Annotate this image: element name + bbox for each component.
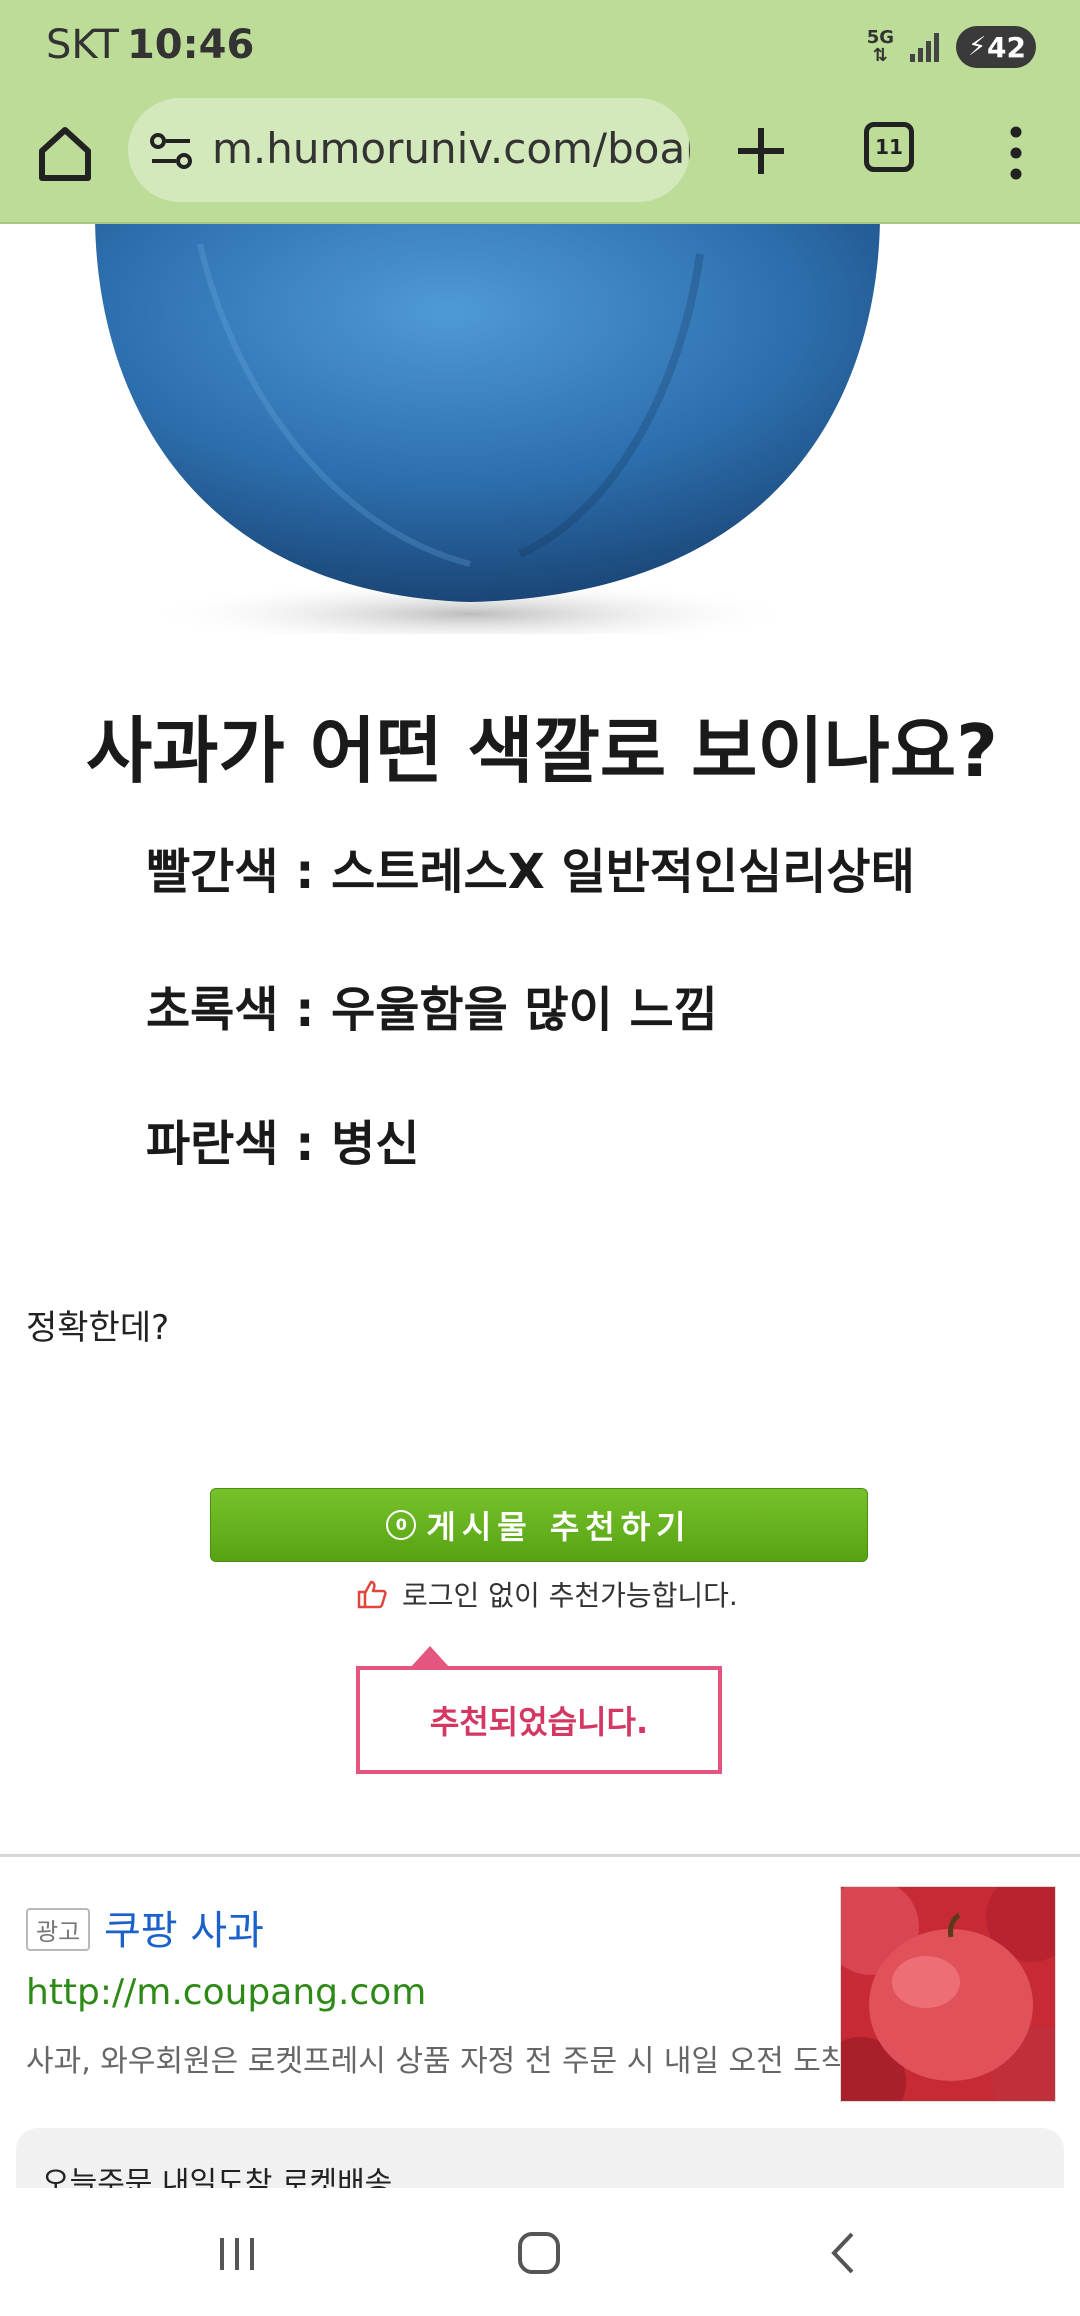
recommend-label: 게시물 추천하기 — [426, 1508, 692, 1546]
ad-apple-image[interactable] — [840, 1886, 1056, 2102]
system-nav-bar — [0, 2188, 1080, 2316]
ad-url-link[interactable]: http://m.coupang.com — [26, 1972, 426, 2013]
carrier-name: SKT — [46, 22, 119, 68]
ad-badge: 광고 — [26, 1908, 91, 1951]
home-icon[interactable] — [30, 118, 100, 188]
quiz-question: 사과가 어떤 색깔로 보이나요? — [86, 709, 998, 793]
quiz-card: 사과가 어떤 색깔로 보이나요? 빨간색 : 스트레스X 일반적인심리상태 초록… — [0, 640, 1080, 1240]
tab-switcher-button[interactable]: 11 — [864, 122, 914, 172]
answer-blue: 파란색 : 병신 — [146, 1116, 420, 1172]
back-icon[interactable] — [808, 2218, 878, 2288]
new-tab-icon[interactable] — [728, 118, 794, 184]
recommend-button[interactable]: 0 게시물 추천하기 — [210, 1488, 868, 1562]
network-5g-icon: 5G ⇅ — [866, 27, 894, 66]
status-carrier-time: SKT 10:46 — [46, 22, 254, 68]
section-divider — [0, 1854, 1080, 1857]
answer-green: 초록색 : 우울함을 많이 느낌 — [146, 982, 718, 1038]
recommended-popup: 추천되었습니다. — [356, 1666, 722, 1774]
more-menu-icon[interactable] — [996, 118, 1036, 188]
post-comment: 정확한데? — [26, 1308, 170, 1348]
thumbs-up-icon — [357, 1580, 387, 1609]
url-text[interactable]: m.humoruniv.com/board — [212, 124, 690, 173]
status-icons: 5G ⇅ ⚡ 42 — [867, 24, 1036, 70]
ad-title-link[interactable]: 쿠팡 사과 — [104, 1898, 264, 1956]
browser-toolbar: m.humoruniv.com/board 11 — [0, 94, 1080, 224]
tab-count: 11 — [875, 135, 903, 159]
status-bar: SKT 10:46 5G ⇅ ⚡ 42 — [0, 0, 1080, 94]
home-nav-icon[interactable] — [504, 2218, 574, 2288]
login-note-text: 로그인 없이 추천가능합니다. — [402, 1579, 738, 1612]
site-settings-icon[interactable] — [148, 128, 194, 174]
recent-apps-icon[interactable] — [202, 2218, 272, 2288]
signal-icon — [910, 33, 939, 62]
answer-red: 빨간색 : 스트레스X 일반적인심리상태 — [146, 844, 915, 900]
clock: 10:46 — [126, 22, 255, 68]
login-note: 로그인 없이 추천가능합니다. — [356, 1574, 738, 1614]
address-bar[interactable]: m.humoruniv.com/board — [128, 98, 690, 202]
battery-icon: ⚡ 42 — [956, 26, 1036, 68]
recommend-count: 0 — [386, 1510, 417, 1540]
blue-apple-image — [0, 224, 1080, 634]
ad-description: 사과, 와우회원은 로켓프레시 상품 자정 전 주문 시 내일 오전 도착! — [26, 2044, 861, 2079]
battery-level: 42 — [987, 30, 1026, 64]
popup-arrow — [410, 1646, 450, 1668]
